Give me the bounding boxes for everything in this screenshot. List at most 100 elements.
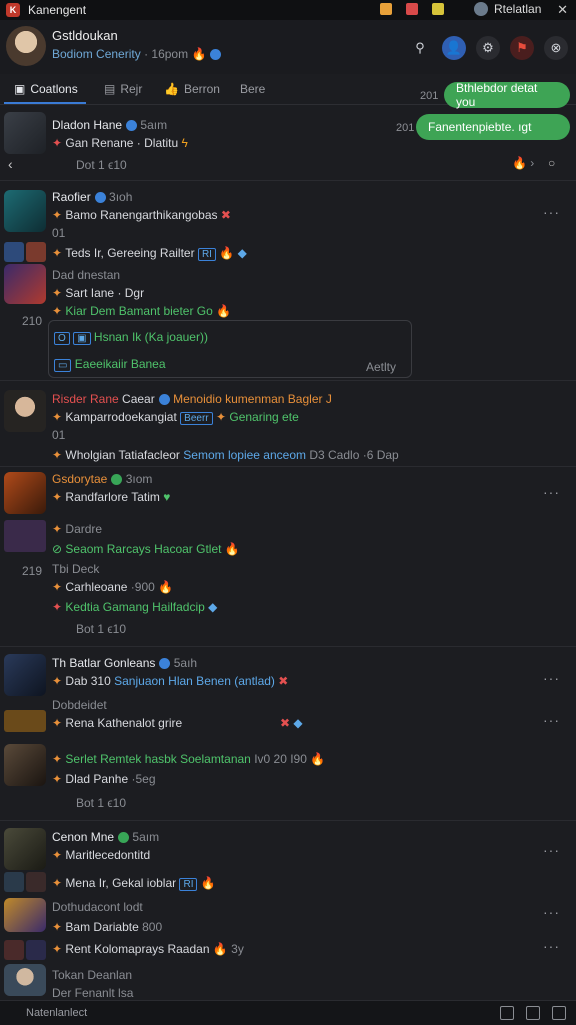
thumbnail[interactable] [26, 940, 46, 960]
avatar[interactable] [4, 964, 46, 996]
chat-time: 201 [420, 90, 439, 102]
avatar[interactable] [4, 190, 46, 232]
post-text: Dab 310 [65, 674, 111, 688]
settings-icon[interactable]: ⚙ [476, 36, 500, 60]
avatar[interactable] [4, 112, 46, 154]
post-line: ✦ Rent Kolomaprays Raadan 🔥 3y [52, 942, 244, 956]
tag-badge[interactable]: Beerr [180, 412, 213, 425]
emoji-icon: ✦ [215, 410, 227, 424]
fire-icon: 🔥 [512, 156, 527, 170]
post-line: ✦ Serlet Remtek hasbk Soelamtanan Iv0 20… [52, 752, 325, 766]
chevron-right-icon: › [530, 156, 535, 170]
avatar[interactable] [4, 828, 46, 870]
post-time: 5aıh [173, 656, 198, 670]
tab-bere[interactable]: Bere [240, 82, 265, 96]
post-line: Dad dnestan [52, 268, 121, 282]
avatar[interactable] [4, 654, 46, 696]
tag-badge[interactable]: RI [197, 248, 216, 261]
quote-label: Aetlty [366, 360, 397, 374]
verified-icon [94, 192, 106, 204]
more-options-icon[interactable]: ··· [543, 484, 560, 500]
emoji-icon: ✖ [280, 716, 291, 730]
avatar[interactable] [4, 472, 46, 514]
more-options-icon[interactable]: ··· [543, 842, 560, 858]
verified-icon [210, 49, 222, 61]
post-text: Menoidio kumenman Bagler J [173, 392, 332, 406]
chat-bubble[interactable]: Fanentenpiebte. ıgt [416, 114, 570, 140]
tag-badge[interactable]: RI [179, 878, 198, 891]
thumbnail[interactable] [4, 898, 46, 932]
more-options-icon[interactable]: ··· [543, 712, 560, 728]
post-text: Kedtia Gamang Hailfadcip [65, 600, 205, 614]
tab-coatlons[interactable]: ▣ Coatlons [14, 82, 78, 96]
title-bar: K Kanengent Rtelatlan ✕ [0, 0, 576, 20]
post-line: ✦ Rena Kathenalot grire [52, 716, 182, 730]
post-line: ✦ Kamparrodoekangiat Beerr ✦ Genaring et… [52, 410, 299, 425]
add-user-icon[interactable]: 👤 [442, 36, 466, 60]
post-line: 01 [52, 226, 66, 240]
thumbnail[interactable] [4, 242, 24, 262]
settings-icon[interactable] [500, 1006, 514, 1020]
tag-icon: ▭ [54, 359, 72, 372]
post-line: ✦ Dab 310 Sanjuaon Hlan Benen (antlad) ✖ [52, 674, 288, 688]
post-author: Gsdorytae 3ıom [52, 472, 152, 486]
thumbnail[interactable] [4, 520, 46, 552]
circle-icon[interactable]: ○ [548, 156, 555, 170]
post-author-text: Th Batlar Gonleans [52, 656, 156, 670]
search-icon[interactable]: ⚲ [408, 36, 432, 60]
notification-icon[interactable] [380, 3, 392, 15]
more-options-icon[interactable]: ··· [543, 938, 560, 954]
emoji-icon: ✦ [52, 448, 63, 462]
profile-time: · 16pom [144, 47, 189, 61]
post-stats: Bot 1 ϵ10 [76, 796, 127, 810]
post-text: Genaring ete [229, 410, 299, 424]
alert-icon[interactable] [406, 3, 418, 15]
expand-icon[interactable] [552, 1006, 566, 1020]
post-text: ·900 [130, 580, 155, 594]
user-label[interactable]: Rtelatlan [494, 2, 541, 16]
flag-icon[interactable]: ⚑ [510, 36, 534, 60]
post-line: ✦ Bamo Ranengarthikangobas ✖ [52, 208, 231, 222]
fire-icon: 🔥 [191, 47, 207, 61]
folder-icon[interactable] [432, 3, 444, 15]
more-icon[interactable]: ⊗ [544, 36, 568, 60]
tab-rejr[interactable]: ▤ Rejr [104, 82, 142, 96]
spark-icon: ϟ [181, 136, 188, 150]
post-time: 210 [22, 314, 43, 328]
react-icon[interactable]: 🔥 › [512, 156, 534, 170]
grid-icon[interactable] [526, 1006, 540, 1020]
quote-text: Eaeeikaiir Banea [74, 357, 166, 371]
verified-icon [118, 832, 130, 844]
profile-avatar[interactable] [6, 26, 46, 66]
post-text: Maritlecedontitd [65, 848, 151, 862]
avatar[interactable] [4, 390, 46, 432]
tab-berron[interactable]: 👍 Berron [164, 82, 220, 96]
post-line: ⊘ Seaom Rarcays Hacoar Gtlet 🔥 [52, 542, 240, 556]
post-text: Randfarlore Tatim [65, 490, 160, 504]
chat-bubble[interactable]: Bthlebdor detat you [444, 81, 570, 109]
user-avatar[interactable] [474, 2, 488, 16]
fire-icon: 🔥 [310, 752, 326, 766]
post-text: Iv0 20 I90 [254, 752, 307, 766]
post-line: Tbi Deck [52, 562, 100, 576]
close-icon[interactable]: ✕ [557, 2, 568, 18]
post-line: ✦ Bam Dariabte 800 [52, 920, 162, 934]
emoji-icon: ✦ [52, 848, 63, 862]
thumbnail[interactable] [4, 710, 46, 732]
more-options-icon[interactable]: ··· [543, 670, 560, 686]
more-options-icon[interactable]: ··· [543, 204, 560, 220]
heart-icon: ♥ [163, 490, 171, 504]
thumbnail[interactable] [26, 242, 46, 262]
thumbnail[interactable] [4, 940, 24, 960]
quote-line: ▭ Eaeeikaiir Banea [54, 357, 166, 372]
back-icon[interactable]: ‹ [8, 156, 13, 172]
post-line: ✦ Dardre [52, 522, 102, 536]
emoji-icon: ✖ [278, 674, 289, 688]
fire-icon: 🔥 [219, 246, 235, 260]
thumbnail[interactable] [4, 264, 46, 304]
thumbnail[interactable] [26, 872, 46, 892]
more-options-icon[interactable]: ··· [543, 904, 560, 920]
post-line: 01 [52, 428, 66, 442]
thumbnail[interactable] [4, 744, 46, 786]
thumbnail[interactable] [4, 872, 24, 892]
